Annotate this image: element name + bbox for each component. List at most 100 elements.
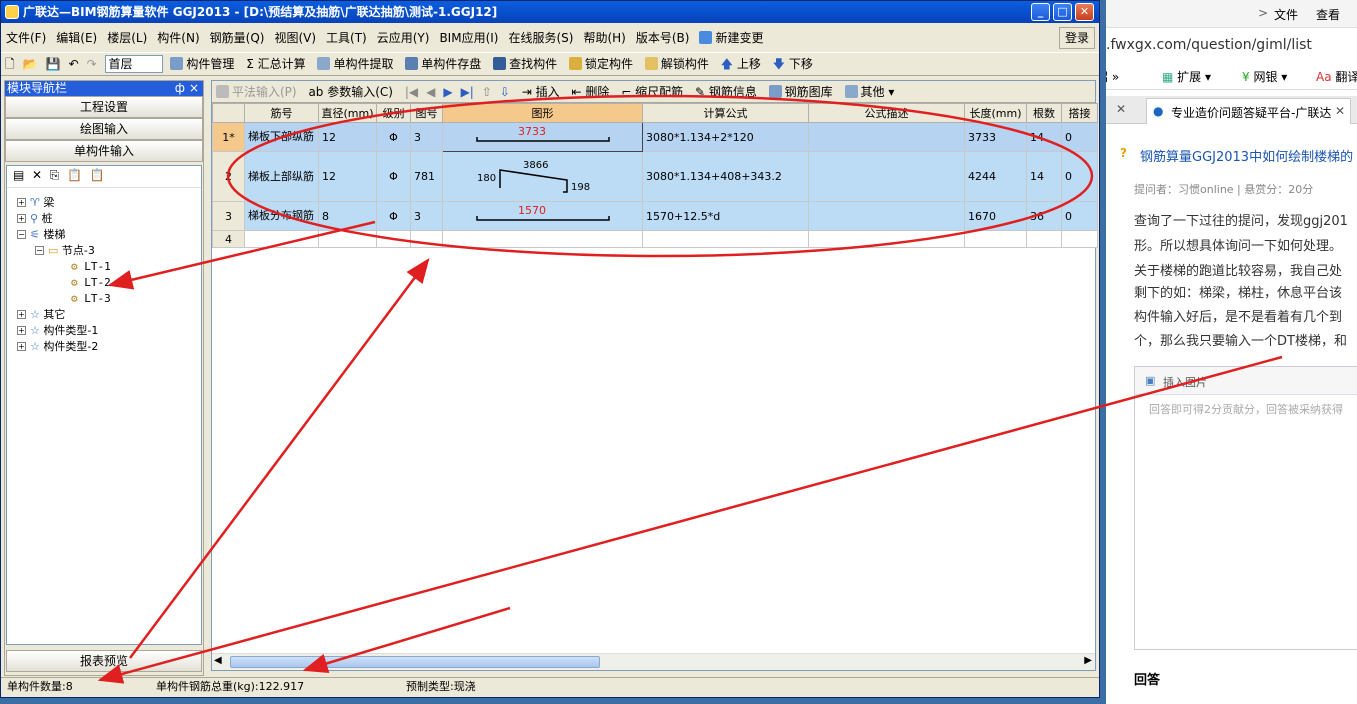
param-input-button[interactable]: ab 参数输入(C) — [304, 81, 397, 103]
report-preview-button[interactable]: 报表预览 — [6, 650, 202, 672]
cell-diameter[interactable]: 12 — [318, 122, 377, 152]
close-panel-icon[interactable]: × — [189, 81, 199, 96]
cell-desc[interactable] — [808, 230, 965, 248]
question-title[interactable]: 钢筋算量GGJ2013中如何绘制楼梯的 — [1140, 146, 1353, 165]
next-record-icon[interactable]: ▶ — [439, 81, 456, 103]
other-menu-button[interactable]: 其他 ▾ — [841, 81, 899, 103]
undo-icon[interactable]: ↶ — [65, 53, 83, 75]
col-header-bar-no[interactable]: 筋号 — [244, 103, 319, 123]
new-file-icon[interactable]: 🗋 — [1, 53, 19, 75]
redo-icon[interactable]: ↷ — [83, 53, 101, 75]
minimize-button[interactable]: _ — [1031, 3, 1050, 21]
expand-icon[interactable]: + — [17, 214, 26, 223]
extract-button[interactable]: 单构件提取 — [313, 53, 397, 75]
expand-icon[interactable]: + — [17, 310, 26, 319]
floor-select[interactable]: 首层 — [104, 55, 163, 73]
browser-menu-file[interactable]: 文件 — [1274, 6, 1298, 23]
prev-record-icon[interactable]: ◀ — [422, 81, 439, 103]
col-header-fig-no[interactable]: 图号 — [410, 103, 443, 123]
close-tab-icon[interactable]: ✕ — [1335, 104, 1345, 118]
scroll-left-icon[interactable]: ◀ — [214, 655, 222, 666]
row-down-icon[interactable]: ⇩ — [496, 81, 514, 103]
cell-length[interactable] — [964, 230, 1027, 248]
close-button[interactable]: ✕ — [1075, 3, 1094, 21]
scroll-thumb[interactable] — [230, 656, 600, 668]
tree-properties-icon[interactable]: ▤ — [13, 168, 24, 182]
cell-lap[interactable]: 0 — [1061, 122, 1098, 152]
cell-grade[interactable]: Φ — [376, 201, 411, 231]
cell-desc[interactable] — [808, 201, 965, 231]
first-record-icon[interactable]: |◀ — [401, 81, 422, 103]
move-up-button[interactable]: 🡅 上移 — [717, 53, 765, 75]
nav-drawing-input[interactable]: 绘图输入 — [5, 118, 203, 140]
cell-count[interactable]: 14 — [1026, 122, 1062, 152]
row-up-icon[interactable]: ⇧ — [478, 81, 496, 103]
new-change-button[interactable]: 新建变更 — [694, 27, 768, 49]
cell-bar-name[interactable] — [244, 230, 319, 248]
browser-menu-view[interactable]: 查看 — [1316, 6, 1340, 23]
move-down-button[interactable]: 🡇 下移 — [769, 53, 817, 75]
menu-rebar[interactable]: 钢筋量(Q) — [205, 27, 270, 49]
tree-item-lt3[interactable]: ⚙ LT-3 — [71, 292, 111, 306]
menu-edit[interactable]: 编辑(E) — [51, 27, 102, 49]
nav-single-component-input[interactable]: 单构件输入 — [5, 140, 203, 162]
cell-formula[interactable]: 3080*1.134+408+343.2 — [642, 151, 809, 202]
table-row[interactable]: 1* 梯板下部纵筋 12 Φ 3 3733 3080*1.134+2*120 3… — [212, 122, 1098, 152]
expand-icon[interactable]: + — [17, 342, 26, 351]
table-row[interactable]: 4 — [212, 230, 1098, 248]
cell-fig-no[interactable]: 781 — [410, 151, 443, 202]
cell-fig-no[interactable]: 3 — [410, 201, 443, 231]
cell-length[interactable]: 3733 — [964, 122, 1027, 152]
col-header-length[interactable]: 长度(mm) — [964, 103, 1027, 123]
col-header-desc[interactable]: 公式描述 — [808, 103, 965, 123]
cell-formula[interactable]: 1570+12.5*d — [642, 201, 809, 231]
rebar-info-button[interactable]: ✎ 钢筋信息 — [691, 81, 761, 103]
cell-lap[interactable]: 0 — [1061, 151, 1098, 202]
cell-formula[interactable]: 3080*1.134+2*120 — [642, 122, 809, 152]
last-record-icon[interactable]: ▶| — [457, 81, 478, 103]
plan-input-button[interactable]: 平法输入(P) — [212, 81, 301, 103]
find-component-button[interactable]: 查找构件 — [489, 53, 561, 75]
menu-view[interactable]: 视图(V) — [269, 27, 321, 49]
bank-button[interactable]: ¥ 网银 ▾ — [1242, 68, 1287, 85]
cell-diameter[interactable] — [318, 230, 377, 248]
cell-shape[interactable]: 180 3866 198 — [442, 151, 643, 202]
tree-item-node[interactable]: − ▭ 节点-3 — [35, 244, 95, 258]
bookmark-item[interactable]: 招 » — [1106, 68, 1119, 85]
copy-icon[interactable]: ⎘ — [50, 168, 60, 182]
pin-icon[interactable]: ф — [175, 81, 185, 96]
delete-row-button[interactable]: ⇤ 删除 — [568, 81, 614, 103]
cell-shape[interactable]: 1570 — [442, 201, 643, 231]
insert-row-button[interactable]: ⇥ 插入 — [518, 81, 564, 103]
tree-item-beam[interactable]: + ♈ 梁 — [17, 196, 54, 210]
table-row[interactable]: 3 梯板分布钢筋 8 Φ 3 1570 1570+12.5*d 1670 36 … — [212, 201, 1098, 231]
delete-icon[interactable]: ✕ — [32, 168, 42, 182]
cell-bar-name[interactable]: 梯板下部纵筋 — [244, 122, 319, 152]
open-folder-icon[interactable]: 📂 — [19, 53, 42, 75]
menu-file[interactable]: 文件(F) — [1, 27, 51, 49]
menu-tools[interactable]: 工具(T) — [321, 27, 372, 49]
cell-diameter[interactable]: 12 — [318, 151, 377, 202]
menu-bim[interactable]: BIM应用(I) — [434, 27, 503, 49]
save-component-button[interactable]: 单构件存盘 — [401, 53, 485, 75]
row-number[interactable]: 1* — [212, 122, 245, 152]
cell-desc[interactable] — [808, 122, 965, 152]
tree-item-type1[interactable]: + ☆ 构件类型-1 — [17, 324, 98, 338]
cell-diameter[interactable]: 8 — [318, 201, 377, 231]
tree-item-other[interactable]: + ☆ 其它 — [17, 308, 65, 322]
summary-calc-button[interactable]: Σ 汇总计算 — [242, 53, 309, 75]
paste-icon[interactable]: 📋 — [67, 168, 82, 182]
maximize-button[interactable]: □ — [1053, 3, 1072, 21]
insert-image-button[interactable]: 插入图片 — [1163, 374, 1207, 390]
lock-component-button[interactable]: 锁定构件 — [565, 53, 637, 75]
table-row[interactable]: 2 梯板上部纵筋 12 Φ 781 180 3866 198 3080*1.13… — [212, 151, 1098, 202]
cell-lap[interactable] — [1061, 230, 1098, 248]
scale-rebar-button[interactable]: ⌐ 缩尺配筋 — [617, 81, 687, 103]
cell-desc[interactable] — [808, 151, 965, 202]
menu-help[interactable]: 帮助(H) — [578, 27, 630, 49]
image-icon[interactable]: ▣ — [1145, 374, 1155, 387]
cell-shape[interactable] — [442, 230, 643, 248]
cell-grade[interactable]: Φ — [376, 122, 411, 152]
menu-version[interactable]: 版本号(B) — [631, 27, 695, 49]
close-tab-icon[interactable]: ✕ — [1116, 102, 1126, 116]
